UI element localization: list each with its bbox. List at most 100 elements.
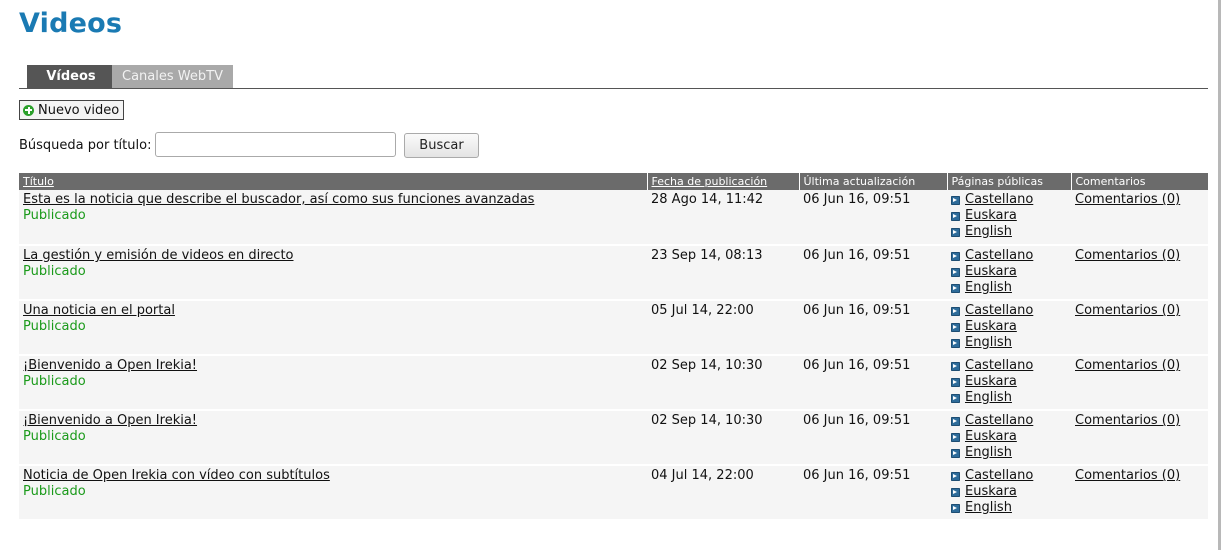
comments-cell: Comentarios (0) [1071,300,1208,356]
public-page-link-euskara[interactable]: Euskara [951,208,1067,224]
tab-bar: Vídeos Canales WebTV [19,65,1208,89]
comments-link[interactable]: Comentarios (0) [1075,303,1180,318]
arrow-right-icon [951,361,960,371]
table-header-row: Título Fecha de publicación Última actua… [19,173,1208,190]
public-page-label[interactable]: English [965,445,1012,461]
arrow-right-icon [951,432,960,442]
tab-videos[interactable]: Vídeos [27,65,115,88]
public-page-link-castellano[interactable]: Castellano [951,358,1067,374]
published-date: 02 Sep 14, 10:30 [647,410,799,466]
comments-link[interactable]: Comentarios (0) [1075,358,1180,373]
column-header-comments: Comentarios [1070,173,1208,190]
public-page-label[interactable]: Euskara [965,208,1017,224]
arrow-right-icon [951,267,960,277]
arrow-right-icon [951,487,960,497]
table-row: ¡Bienvenido a Open Irekia! Publicado 02 Se… [19,410,1208,466]
video-title-link[interactable]: ¡Bienvenido a Open Irekia! [23,358,197,373]
search-input[interactable] [155,132,396,157]
public-page-label[interactable]: Castellano [965,248,1033,264]
updated-date: 06 Jun 16, 09:51 [799,410,947,466]
column-header-public-pages: Páginas públicas [946,173,1071,190]
arrow-right-icon [951,306,960,316]
comments-cell: Comentarios (0) [1071,465,1208,521]
plus-circle-icon [23,104,34,116]
public-pages-cell: Castellano Euskara English [947,300,1071,356]
public-page-link-castellano[interactable]: Castellano [951,413,1067,429]
public-page-label[interactable]: Euskara [965,374,1017,390]
comments-link[interactable]: Comentarios (0) [1075,192,1180,207]
public-page-label[interactable]: Euskara [965,264,1017,280]
public-page-label[interactable]: English [965,500,1012,516]
title-cell: ¡Bienvenido a Open Irekia! Publicado [19,410,647,466]
public-page-link-english[interactable]: English [951,445,1067,461]
public-page-link-castellano[interactable]: Castellano [951,303,1067,319]
comments-link[interactable]: Comentarios (0) [1075,248,1180,263]
public-page-label[interactable]: Euskara [965,319,1017,335]
video-title-link[interactable]: La gestión y emisión de videos en direct… [23,248,294,263]
public-page-label[interactable]: Castellano [965,413,1033,429]
public-page-link-castellano[interactable]: Castellano [951,468,1067,484]
public-page-link-euskara[interactable]: Euskara [951,319,1067,335]
public-page-label[interactable]: English [965,390,1012,406]
public-page-link-castellano[interactable]: Castellano [951,192,1067,208]
arrow-right-icon [951,195,960,205]
title-cell: Una noticia en el portal Publicado [19,300,647,356]
public-page-link-euskara[interactable]: Euskara [951,374,1067,390]
title-cell: Esta es la noticia que describe el busca… [19,190,647,246]
public-page-link-english[interactable]: English [951,335,1067,351]
arrow-right-icon [951,416,960,426]
public-page-link-euskara[interactable]: Euskara [951,484,1067,500]
published-date: 05 Jul 14, 22:00 [647,300,799,356]
search-button[interactable]: Buscar [404,133,479,158]
public-page-link-english[interactable]: English [951,224,1067,240]
public-page-link-english[interactable]: English [951,390,1067,406]
comments-link[interactable]: Comentarios (0) [1075,468,1180,483]
new-video-button[interactable]: Nuevo video [19,100,125,120]
arrow-right-icon [951,322,960,332]
status-label: Publicado [23,429,86,444]
updated-date: 06 Jun 16, 09:51 [799,355,947,411]
public-page-label[interactable]: English [965,280,1012,296]
public-page-label[interactable]: English [965,224,1012,240]
status-label: Publicado [23,208,86,223]
comments-cell: Comentarios (0) [1071,410,1208,466]
public-page-link-english[interactable]: English [951,280,1067,296]
table-row: La gestión y emisión de videos en direct… [19,245,1208,301]
comments-cell: Comentarios (0) [1071,190,1208,246]
public-page-label[interactable]: Castellano [965,303,1033,319]
arrow-right-icon [951,448,960,458]
public-page-label[interactable]: Castellano [965,468,1033,484]
video-title-link[interactable]: Una noticia en el portal [23,303,175,318]
status-label: Publicado [23,484,86,499]
public-page-link-euskara[interactable]: Euskara [951,429,1067,445]
public-page-label[interactable]: English [965,335,1012,351]
video-title-link[interactable]: Esta es la noticia que describe el busca… [23,192,534,207]
published-date: 28 Ago 14, 11:42 [647,190,799,246]
public-page-label[interactable]: Euskara [965,484,1017,500]
video-title-link[interactable]: Noticia de Open Irekia con vídeo con sub… [23,468,330,483]
arrow-right-icon [951,393,960,403]
video-title-link[interactable]: ¡Bienvenido a Open Irekia! [23,413,197,428]
arrow-right-icon [951,503,960,513]
videos-table: Título Fecha de publicación Última actua… [19,173,1208,521]
tab-webtv-channels[interactable]: Canales WebTV [112,65,233,88]
public-page-label[interactable]: Castellano [965,358,1033,374]
new-video-label: Nuevo video [38,102,120,118]
public-page-label[interactable]: Castellano [965,192,1033,208]
public-pages-cell: Castellano Euskara English [947,190,1071,246]
table-row: ¡Bienvenido a Open Irekia! Publicado 02 Se… [19,355,1208,411]
public-page-link-castellano[interactable]: Castellano [951,248,1067,264]
comments-link[interactable]: Comentarios (0) [1075,413,1180,428]
updated-date: 06 Jun 16, 09:51 [799,300,947,356]
column-header-title[interactable]: Título [19,173,647,190]
arrow-right-icon [951,283,960,293]
table-row: Noticia de Open Irekia con vídeo con sub… [19,465,1208,521]
published-date: 02 Sep 14, 10:30 [647,355,799,411]
published-date: 04 Jul 14, 22:00 [647,465,799,521]
search-label: Búsqueda por título: [19,138,152,153]
public-page-label[interactable]: Euskara [965,429,1017,445]
public-page-link-english[interactable]: English [951,500,1067,516]
column-header-updated: Última actualización [798,173,947,190]
column-header-published[interactable]: Fecha de publicación [646,173,799,190]
public-page-link-euskara[interactable]: Euskara [951,264,1067,280]
